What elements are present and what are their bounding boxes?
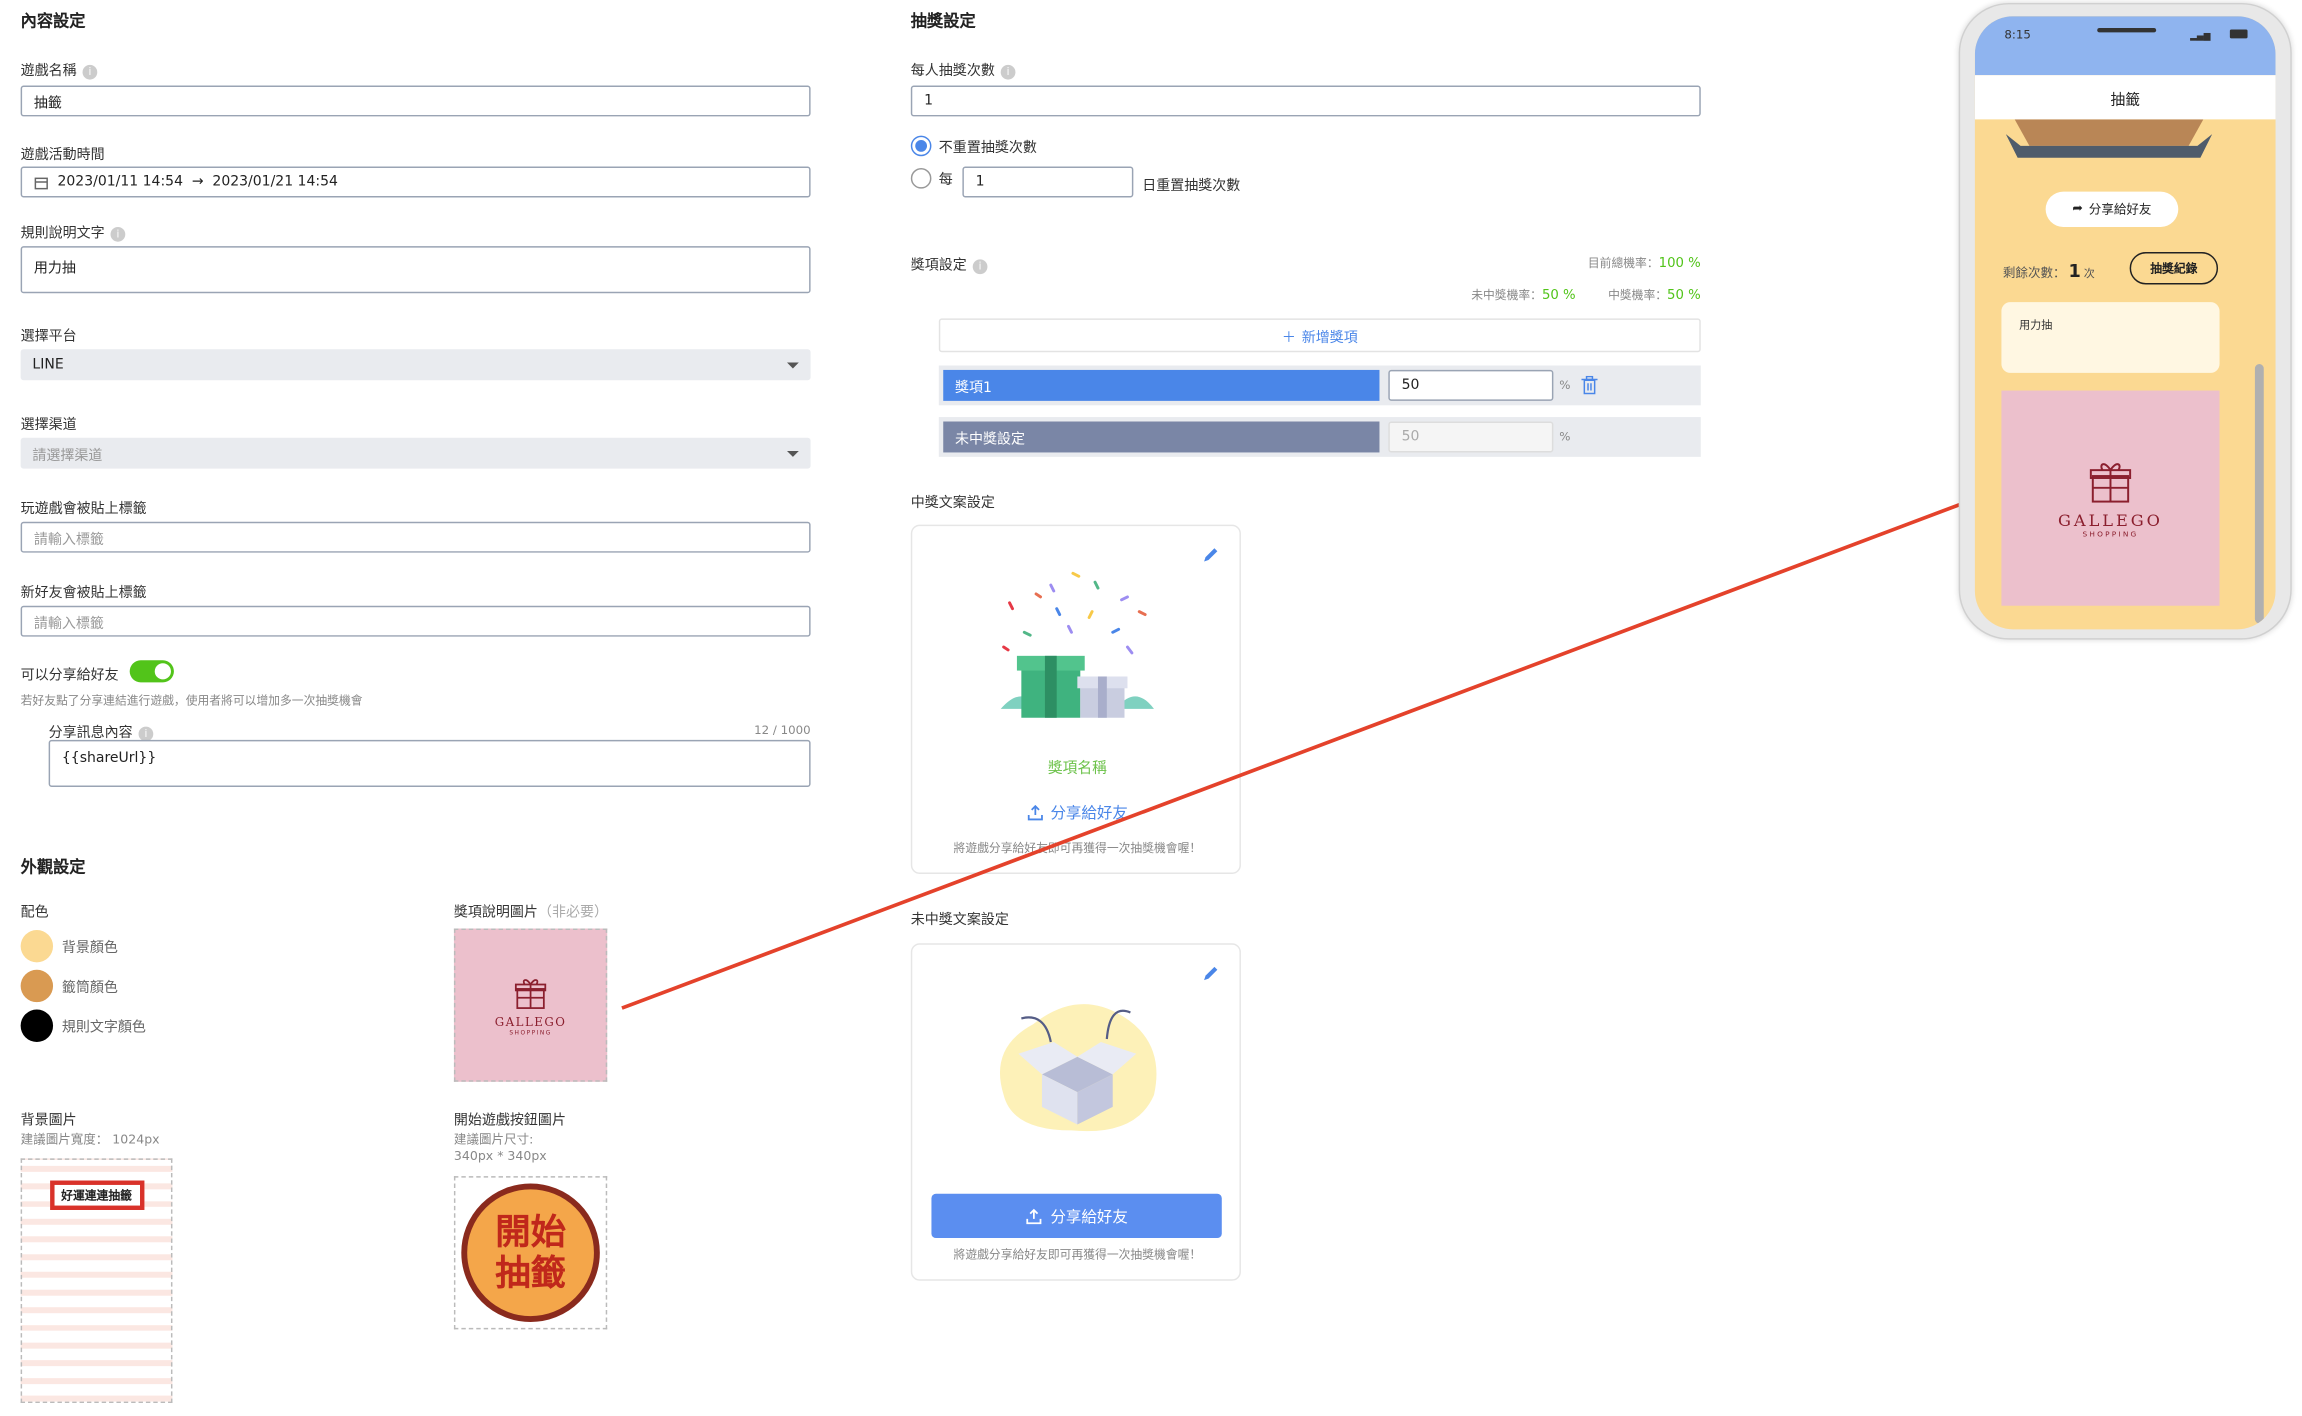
gallego-sub: SHOPPING	[2082, 529, 2139, 539]
phone-share-label: 分享給好友	[2088, 203, 2152, 219]
gift-icon	[2089, 462, 2132, 502]
phone-time: 8:15	[2004, 28, 2031, 42]
annotation-arrow	[621, 486, 1993, 1010]
status-bar: 8:15 ▂▄▆	[1974, 16, 2276, 76]
share-arrow-icon: ➦	[2072, 201, 2083, 217]
phone-frame: 8:15 ▂▄▆ 抽籤 ➦ 分享給好友 剩餘次數： 1 次 抽獎紀錄 用力抽 GALL…	[1958, 2, 2292, 640]
phone-page-title: 抽籤	[1974, 75, 2276, 120]
signal-icon: ▂▄▆	[2190, 30, 2211, 42]
draw-record-button[interactable]: 抽獎紀錄	[2129, 252, 2219, 285]
phone-share-button[interactable]: ➦ 分享給好友	[2045, 191, 2179, 227]
gallego-brand: GALLEGO	[2058, 510, 2163, 530]
draw-box-graphic	[2005, 119, 2213, 158]
phone-rule-box: 用力抽	[2001, 302, 2220, 373]
remaining-count: 剩餘次數： 1 次	[2002, 260, 2095, 282]
phone-rule-text: 用力抽	[2019, 318, 2053, 332]
notch-pill	[2097, 28, 2157, 33]
battery-icon	[2229, 29, 2248, 39]
phone-prize-image: GALLEGO SHOPPING	[2001, 390, 2220, 606]
phone-scrollbar[interactable]	[2254, 364, 2264, 624]
phone-screen: 8:15 ▂▄▆ 抽籤 ➦ 分享給好友 剩餘次數： 1 次 抽獎紀錄 用力抽 GALL…	[1974, 16, 2276, 630]
